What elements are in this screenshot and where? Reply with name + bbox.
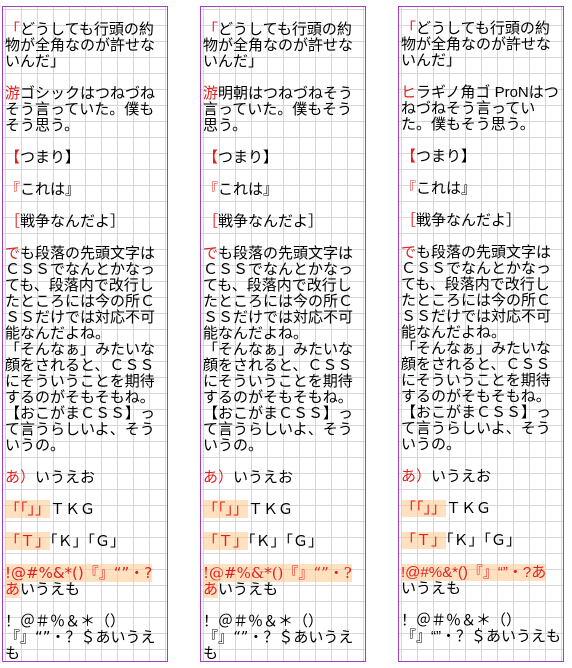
paragraph-text: ！＠＃％＆＊（）『』“”・？＄あいうえも — [5, 612, 156, 662]
paragraph-text: つまり】 — [218, 148, 279, 166]
paragraph-text: どうしても行頭の約物が全角なのが許せないんだ」 — [401, 20, 552, 69]
paragraph-text: も段落の先頭文字はＣＳＳでなんとかなっても、段落内で改行したところには今の所ＣＳ… — [203, 244, 354, 454]
first-letter: 「 — [401, 20, 417, 37]
first-letter: 【 — [401, 148, 417, 165]
paragraph-text: いうえも — [401, 580, 462, 597]
paragraph: ！＠＃％＆＊（）『』“”・？＄あいうえも — [401, 613, 561, 645]
paragraph-text: 戦争なんだよ］ — [20, 212, 126, 230]
first-letter: ［ — [5, 212, 21, 230]
paragraph-text: いうえお — [233, 468, 294, 486]
paragraph-text: 「Ｋ」「Ｇ」 — [50, 532, 126, 550]
first-letter: 【 — [203, 148, 219, 166]
paragraph-text: ！＠＃％＆＊（）『』“”・？＄あいうえも — [401, 612, 561, 645]
paragraph: でも段落の先頭文字はＣＳＳでなんとかなっても、段落内で改行したところには今の所Ｃ… — [5, 245, 165, 453]
first-letter: 「Ｔ」 — [5, 532, 51, 550]
paragraph-text: 明朝はつねづねそう言っていた。僕もそう思う。 — [203, 84, 354, 134]
first-letter: あ） — [5, 468, 36, 486]
paragraph: 『これは』 — [5, 181, 165, 197]
paragraph-text: いうえお — [431, 468, 492, 485]
paragraph: ［戦争なんだよ］ — [203, 213, 363, 229]
paragraph: あ）いうえお — [401, 469, 561, 485]
first-letter: あ） — [203, 468, 234, 486]
paragraph: ヒラギノ角ゴ ProNはつねづねそう言っていた。僕もそう思う。 — [401, 85, 561, 133]
first-letter: あ） — [401, 468, 432, 485]
first-letter: 『 — [401, 180, 417, 197]
paragraph-text: 「Ｋ」「Ｇ」 — [446, 532, 522, 549]
paragraph-text: つまり】 — [416, 148, 477, 165]
first-letter: ［ — [203, 212, 219, 230]
paragraph: !@#%&*()『』“”・?あいうえも — [203, 564, 363, 598]
paragraph-text: これは』 — [416, 180, 477, 197]
paragraph: ！＠＃％＆＊（）『』“”・？＄あいうえも — [5, 613, 165, 661]
first-letter: !@#%&*()『』“”・?あ — [401, 564, 547, 581]
paragraph: 「どうしても行頭の約物が全角なのが許せないんだ」 — [203, 21, 363, 69]
first-letter: 「「」」 — [401, 500, 447, 517]
column-text: 「どうしても行頭の約物が全角なのが許せないんだ」 游明朝はつねづねそう言っていた… — [203, 21, 363, 661]
paragraph-text: これは』 — [218, 180, 279, 198]
paragraph-text: 戦争なんだよ］ — [218, 212, 324, 230]
paragraph-text: つまり】 — [20, 148, 81, 166]
paragraph-text: も段落の先頭文字はＣＳＳでなんとかなっても、段落内で改行したところには今の所ＣＳ… — [401, 244, 552, 453]
paragraph: 『これは』 — [203, 181, 363, 197]
paragraph: ！＠＃％＆＊（）『』“”・？＄あいうえも — [203, 613, 363, 661]
paragraph-text: ＴＫＧ — [50, 500, 96, 518]
paragraph: 「「」」ＴＫＧ — [203, 500, 363, 518]
paragraph: !@#%&*()『』“”・?あいうえも — [5, 564, 165, 598]
paragraph-text: 「Ｋ」「Ｇ」 — [248, 532, 324, 550]
paragraph: 「「」」ＴＫＧ — [401, 500, 561, 517]
first-letter: ［ — [401, 212, 417, 229]
paragraph-text: これは』 — [20, 180, 81, 198]
paragraph-text: も段落の先頭文字はＣＳＳでなんとかなっても、段落内で改行したところには今の所ＣＳ… — [5, 244, 156, 454]
first-letter: 『 — [5, 180, 21, 198]
paragraph-text: いうえお — [35, 468, 96, 486]
paragraph: 「Ｔ」「Ｋ」「Ｇ」 — [401, 532, 561, 549]
paragraph: ［戦争なんだよ］ — [401, 213, 561, 229]
sample-column-3: 「どうしても行頭の約物が全角なのが許せないんだ」 ヒラギノ角ゴ ProNはつねづ… — [398, 6, 564, 662]
paragraph: 【つまり】 — [5, 149, 165, 165]
paragraph: 游ゴシックはつねづねそう言っていた。僕もそう思う。 — [5, 85, 165, 133]
paragraph: 【つまり】 — [401, 149, 561, 165]
paragraph: 【つまり】 — [203, 149, 363, 165]
paragraph-text: 戦争なんだよ］ — [416, 212, 522, 229]
paragraph-text: ＴＫＧ — [248, 500, 294, 518]
paragraph: 「どうしても行頭の約物が全角なのが許せないんだ」 — [5, 21, 165, 69]
paragraph: 「「」」ＴＫＧ — [5, 500, 165, 518]
paragraph-text: ラギノ角ゴ ProNはつねづねそう言っていた。僕もそう思う。 — [401, 84, 559, 133]
paragraph: 「どうしても行頭の約物が全角なのが許せないんだ」 — [401, 21, 561, 69]
paragraph-text: ゴシックはつねづねそう言っていた。僕もそう思う。 — [5, 84, 156, 134]
column-text: 「どうしても行頭の約物が全角なのが許せないんだ」 ヒラギノ角ゴ ProNはつねづ… — [401, 21, 561, 661]
paragraph: ［戦争なんだよ］ — [5, 213, 165, 229]
paragraph-text: いうえも — [218, 580, 279, 598]
paragraph: でも段落の先頭文字はＣＳＳでなんとかなっても、段落内で改行したところには今の所Ｃ… — [203, 245, 363, 453]
first-letter: 「Ｔ」 — [203, 532, 249, 550]
paragraph-text: ！＠＃％＆＊（）『』“”・？＄あいうえも — [203, 612, 354, 662]
paragraph: あ）いうえお — [5, 469, 165, 485]
paragraph: 游明朝はつねづねそう言っていた。僕もそう思う。 — [203, 85, 363, 133]
paragraph: でも段落の先頭文字はＣＳＳでなんとかなっても、段落内で改行したところには今の所Ｃ… — [401, 245, 561, 453]
sample-column-2: 「どうしても行頭の約物が全角なのが許せないんだ」 游明朝はつねづねそう言っていた… — [200, 6, 366, 662]
first-letter: 【 — [5, 148, 21, 166]
paragraph-text: いうえも — [20, 580, 81, 598]
sample-column-1: 「どうしても行頭の約物が全角なのが許せないんだ」 游ゴシックはつねづねそう言って… — [2, 6, 168, 662]
column-text: 「どうしても行頭の約物が全角なのが許せないんだ」 游ゴシックはつねづねそう言って… — [5, 21, 165, 661]
first-letter: 「「」」 — [203, 500, 249, 518]
first-letter: 「「」」 — [5, 500, 51, 518]
paragraph-text: どうしても行頭の約物が全角なのが許せないんだ」 — [5, 20, 156, 70]
paragraph: 『これは』 — [401, 181, 561, 197]
paragraph: 「Ｔ」「Ｋ」「Ｇ」 — [203, 532, 363, 550]
paragraph: あ）いうえお — [203, 469, 363, 485]
first-letter: 「Ｔ」 — [401, 532, 447, 549]
paragraph: !@#%&*()『』“”・?あいうえも — [401, 564, 561, 597]
paragraph-text: ＴＫＧ — [446, 500, 492, 517]
first-letter: で — [401, 244, 417, 261]
first-letter: 『 — [203, 180, 219, 198]
first-letter: ヒ — [401, 84, 417, 101]
paragraph-text: どうしても行頭の約物が全角なのが許せないんだ」 — [203, 20, 354, 70]
paragraph: 「Ｔ」「Ｋ」「Ｇ」 — [5, 532, 165, 550]
